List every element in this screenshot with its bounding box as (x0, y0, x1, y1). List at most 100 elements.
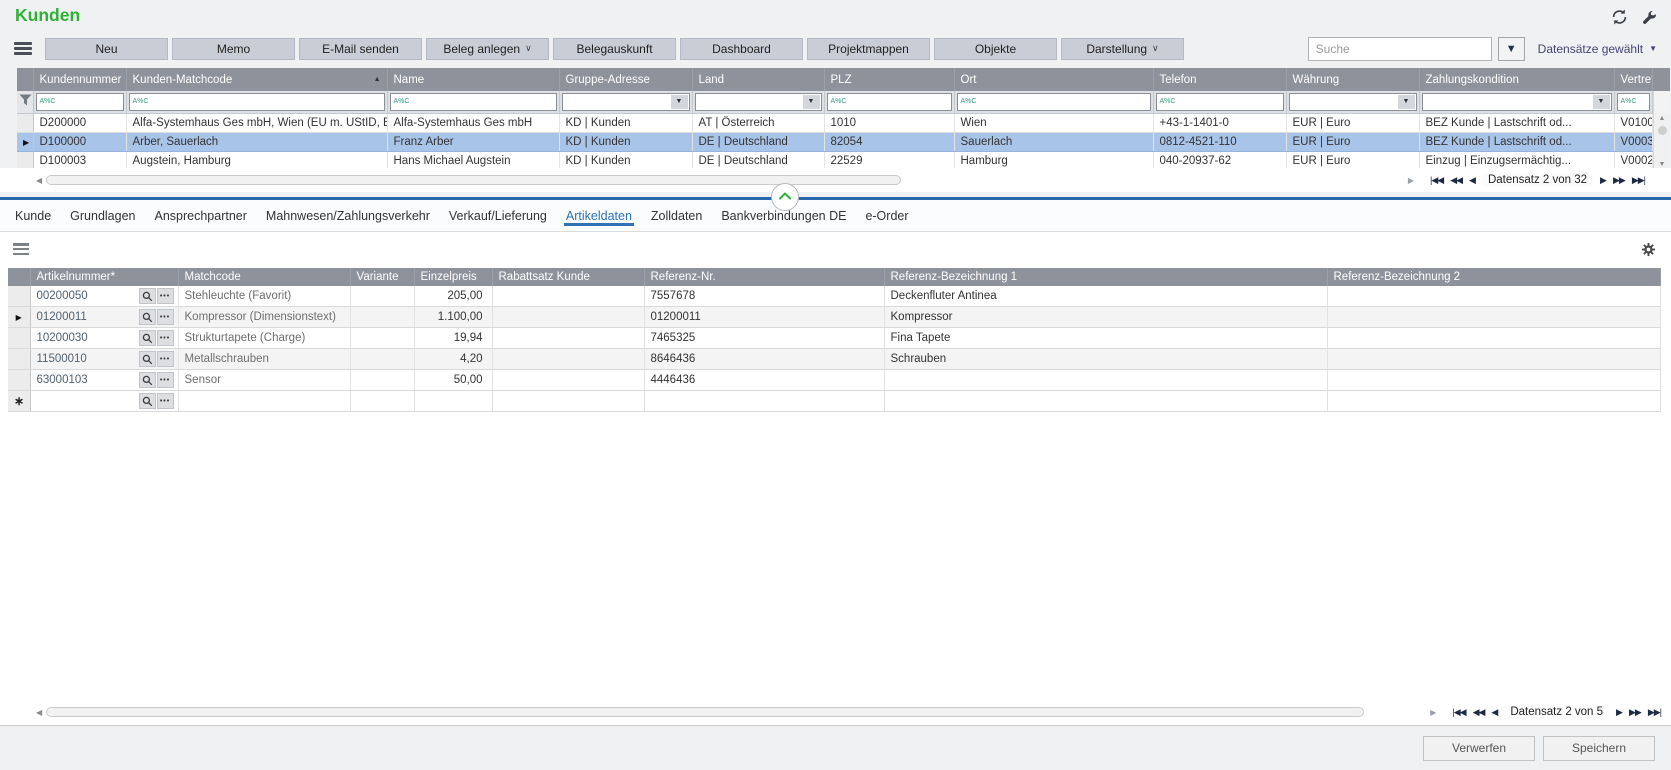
filter-dropdown-währung[interactable]: ▼ (1289, 93, 1417, 111)
tab-ansprechpartner[interactable]: Ansprechpartner (154, 200, 246, 231)
scroll-left-icon[interactable]: ◀ (36, 708, 42, 717)
scroll-up-icon[interactable]: ▲ (1654, 115, 1670, 122)
menu-button[interactable] (14, 42, 32, 55)
pager-previous-icon[interactable]: ◀ (1469, 175, 1475, 186)
column-header-rabattsatz-kunde[interactable]: Rabattsatz Kunde (492, 268, 644, 286)
pager-previous-page-icon[interactable]: ◀◀ (1450, 175, 1462, 186)
ellipsis-button[interactable]: ••• (157, 330, 174, 346)
lookup-button[interactable] (139, 330, 156, 346)
refresh-button[interactable] (1610, 8, 1629, 26)
toolbar-button-e-mail-senden[interactable]: E-Mail senden (299, 38, 422, 60)
search-input[interactable] (1308, 37, 1492, 61)
toolbar-button-belegauskunft[interactable]: Belegauskunft (553, 38, 676, 60)
ellipsis-button[interactable]: ••• (157, 351, 174, 367)
filter-input-plz[interactable]: a%c (827, 93, 952, 111)
column-header-währung[interactable]: Währung (1286, 68, 1419, 91)
pager-first-icon[interactable]: |◀◀ (1452, 707, 1465, 718)
column-header-einzelpreis[interactable]: Einzelpreis (414, 268, 492, 286)
column-header-name[interactable]: Name (387, 68, 559, 91)
column-header-kundennummer[interactable]: Kundennummer (33, 68, 126, 91)
tab-kunde[interactable]: Kunde (15, 200, 51, 231)
pager-next-icon[interactable]: ▶ (1600, 175, 1606, 186)
lookup-button[interactable] (139, 288, 156, 304)
save-button[interactable]: Speichern (1543, 736, 1655, 761)
tab-mahnwesen-zahlungsverkehr[interactable]: Mahnwesen/Zahlungsverkehr (266, 200, 430, 231)
filter-input-ort[interactable]: a%c (957, 93, 1151, 111)
artikelnummer-cell: 00200050••• (30, 286, 178, 307)
pager-next-page-icon[interactable]: ▶▶ (1613, 175, 1625, 186)
column-header-referenz-bezeichnung-1[interactable]: Referenz-Bezeichnung 1 (884, 268, 1327, 286)
article-row[interactable]: ∗••• (8, 391, 1660, 412)
article-row[interactable]: 11500010•••Metallschrauben4,208646436Sch… (8, 349, 1660, 370)
ellipsis-button[interactable]: ••• (157, 393, 174, 409)
column-header-variante[interactable]: Variante (350, 268, 414, 286)
toolbar-button-memo[interactable]: Memo (172, 38, 295, 60)
pager-expand-icon[interactable]: ▶ (1430, 708, 1436, 717)
column-header-matchcode[interactable]: Matchcode (178, 268, 350, 286)
pager-last-icon[interactable]: ▶▶| (1632, 175, 1645, 186)
scrollbar-thumb[interactable] (1658, 126, 1667, 135)
filter-input-kunden-matchcode[interactable]: a%c (129, 93, 385, 111)
filter-input-telefon[interactable]: a%c (1156, 93, 1284, 111)
toolbar-button-projektmappen[interactable]: Projektmappen (807, 38, 930, 60)
ellipsis-button[interactable]: ••• (157, 309, 174, 325)
toolbar-button-objekte[interactable]: Objekte (934, 38, 1057, 60)
ellipsis-button[interactable]: ••• (157, 372, 174, 388)
customize-button[interactable] (1642, 10, 1657, 25)
pager-first-icon[interactable]: |◀◀ (1430, 175, 1443, 186)
tab-artikeldaten[interactable]: Artikeldaten (566, 200, 632, 231)
pager-last-icon[interactable]: ▶▶| (1648, 707, 1661, 718)
scroll-left-icon[interactable]: ◀ (36, 176, 42, 185)
lookup-button[interactable] (139, 309, 156, 325)
column-header-land[interactable]: Land (692, 68, 824, 91)
column-header-plz[interactable]: PLZ (824, 68, 954, 91)
column-header-artikelnummer[interactable]: Artikelnummer* (30, 268, 178, 286)
tab-e-order[interactable]: e-Order (865, 200, 908, 231)
scroll-down-icon[interactable]: ▼ (1654, 161, 1670, 168)
pager-previous-icon[interactable]: ◀ (1491, 707, 1497, 718)
pager-previous-page-icon[interactable]: ◀◀ (1473, 707, 1485, 718)
horizontal-scrollbar-thumb[interactable] (46, 707, 1364, 717)
column-header-gruppe-adresse[interactable]: Gruppe-Adresse (559, 68, 692, 91)
pager-expand-icon[interactable]: ▶ (1408, 176, 1414, 185)
ellipsis-button[interactable]: ••• (157, 288, 174, 304)
filter-dropdown-zahlungskondition[interactable]: ▼ (1422, 93, 1612, 111)
filter-input-vertreter[interactable]: a%c (1617, 93, 1650, 111)
column-header-ort[interactable]: Ort (954, 68, 1153, 91)
article-row[interactable]: 00200050•••Stehleuchte (Favorit)205,0075… (8, 286, 1660, 307)
column-header-vertreter[interactable]: Vertreter (1614, 68, 1652, 91)
column-header-referenz-bezeichnung-2[interactable]: Referenz-Bezeichnung 2 (1327, 268, 1660, 286)
toolbar-button-dashboard[interactable]: Dashboard (680, 38, 803, 60)
filter-input-kundennummer[interactable]: a%c (36, 93, 124, 111)
filter-input-name[interactable]: a%c (390, 93, 557, 111)
records-selected-button[interactable]: Datensätze gewählt ▼ (1538, 42, 1657, 56)
lookup-button[interactable] (139, 351, 156, 367)
customer-row[interactable]: D200000Alfa-Systemhaus Ges mbH, Wien (EU… (17, 113, 1652, 132)
lookup-button[interactable] (139, 393, 156, 409)
tab-verkauf-lieferung[interactable]: Verkauf/Lieferung (449, 200, 547, 231)
column-header-telefon[interactable]: Telefon (1153, 68, 1286, 91)
discard-button[interactable]: Verwerfen (1423, 736, 1535, 761)
toolbar-button-darstellung[interactable]: Darstellung∨ (1061, 38, 1184, 60)
collapse-panel-button[interactable] (771, 183, 799, 211)
article-row[interactable]: ▶01200011•••Kompressor (Dimensionstext)1… (8, 307, 1660, 328)
detail-menu-button[interactable] (13, 243, 29, 255)
lookup-button[interactable] (139, 372, 156, 388)
filter-dropdown-gruppe-adresse[interactable]: ▼ (562, 93, 690, 111)
article-row[interactable]: 10200030•••Strukturtapete (Charge)19,947… (8, 328, 1660, 349)
tab-grundlagen[interactable]: Grundlagen (70, 200, 135, 231)
pager-next-icon[interactable]: ▶ (1616, 707, 1622, 718)
tab-zolldaten[interactable]: Zolldaten (651, 200, 702, 231)
article-row[interactable]: 63000103•••Sensor50,004446436 (8, 370, 1660, 391)
column-header-kunden-matchcode[interactable]: Kunden-Matchcode▲ (126, 68, 387, 91)
column-header-zahlungskondition[interactable]: Zahlungskondition (1419, 68, 1614, 91)
vertical-scrollbar[interactable]: ▲ ▼ (1653, 68, 1670, 170)
customer-row[interactable]: ▶D100000Arber, SauerlachFranz ArberKD | … (17, 132, 1652, 151)
toolbar-button-neu[interactable]: Neu (45, 38, 168, 60)
search-filter-dropdown-button[interactable]: ▼ (1498, 37, 1525, 61)
grid-settings-button[interactable] (1641, 242, 1656, 257)
toolbar-button-beleg-anlegen[interactable]: Beleg anlegen∨ (426, 38, 549, 60)
column-header-referenz-nr[interactable]: Referenz-Nr. (644, 268, 884, 286)
pager-next-page-icon[interactable]: ▶▶ (1629, 707, 1641, 718)
filter-dropdown-land[interactable]: ▼ (695, 93, 822, 111)
